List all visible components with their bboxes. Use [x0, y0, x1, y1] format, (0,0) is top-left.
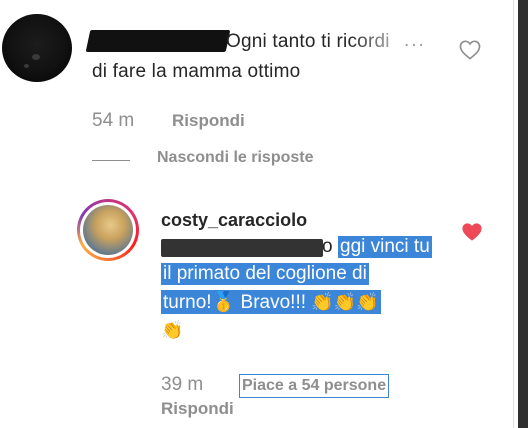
text-fade-overlay — [350, 28, 410, 56]
reply-text-line2: il primato del coglione di — [161, 263, 369, 285]
heart-filled-icon[interactable] — [461, 222, 483, 242]
clap-emoji-group: 👏👏👏 — [311, 292, 379, 312]
adjacent-panel-edge — [518, 0, 528, 428]
reply-button[interactable]: Rispondi — [172, 111, 245, 131]
avatar — [83, 205, 133, 255]
reply-text-turno: turno! — [163, 292, 212, 313]
reply-text-line3: turno!🥇 Bravo!!! 👏👏👏 — [161, 290, 381, 314]
more-options-icon[interactable]: ... — [404, 30, 426, 52]
reply-username[interactable]: costy_caracciolo — [161, 210, 307, 231]
clap-emoji: 👏 — [161, 320, 184, 340]
hide-replies-button[interactable]: Nascondi le risposte — [157, 149, 314, 167]
medal-emoji: 🥇 — [211, 292, 236, 313]
comment-timestamp: 54 m — [92, 110, 135, 131]
story-ring-avatar[interactable] — [77, 199, 139, 261]
avatar[interactable] — [2, 14, 72, 82]
reply-timestamp: 39 m — [161, 374, 204, 395]
panel-divider — [513, 0, 514, 428]
reply-text-line1: ggi vinci tu — [338, 236, 432, 258]
heart-outline-icon[interactable] — [459, 40, 481, 60]
redacted-mention — [161, 239, 323, 257]
redacted-username — [85, 30, 231, 52]
comment-text-line2: di fare la mamma ottimo — [92, 61, 301, 82]
replies-divider-line — [92, 160, 130, 161]
likes-count-button[interactable]: Piace a 54 persone — [239, 374, 390, 398]
reply-text-bravo: Bravo!!! — [240, 292, 307, 313]
reply-button[interactable]: Rispondi — [161, 399, 234, 419]
reply-text-lead: o — [322, 236, 333, 257]
